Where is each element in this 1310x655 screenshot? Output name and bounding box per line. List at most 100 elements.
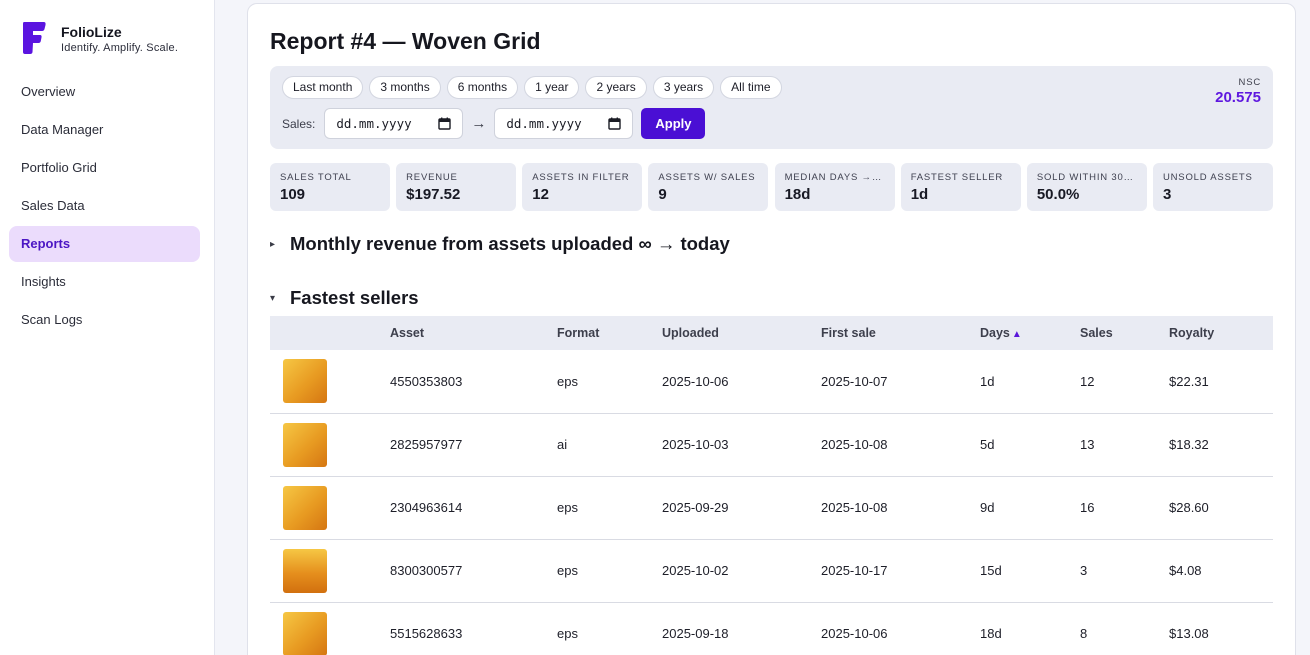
cell-asset: 4550353803 xyxy=(390,350,557,414)
stat-median-days: Median days →… 18d xyxy=(774,163,895,211)
stat-assets-with-sales: Assets w/ sales 9 xyxy=(648,163,769,211)
fastest-sellers-section-toggle[interactable]: ▾ Fastest sellers xyxy=(270,287,419,309)
asset-thumbnail[interactable] xyxy=(283,359,327,404)
cell-uploaded: 2025-09-29 xyxy=(662,476,821,540)
column-header-sales[interactable]: Sales xyxy=(1080,316,1169,350)
date-from-input[interactable]: dd.mm.yyyy xyxy=(324,108,464,139)
sidebar-item-overview[interactable]: Overview xyxy=(9,74,200,110)
cell-days: 9d xyxy=(980,476,1080,540)
cell-uploaded: 2025-10-03 xyxy=(662,413,821,477)
stat-revenue: Revenue $197.52 xyxy=(396,163,517,211)
column-header-days-label: Days xyxy=(980,326,1010,340)
range-chip-last-month[interactable]: Last month xyxy=(282,76,364,99)
sidebar: FolioLize Identify. Amplify. Scale. Over… xyxy=(0,0,215,655)
range-chips: Last month 3 months 6 months 1 year 2 ye… xyxy=(282,76,788,99)
cell-uploaded: 2025-10-06 xyxy=(662,350,821,414)
cell-uploaded: 2025-10-02 xyxy=(662,539,821,603)
asset-thumbnail[interactable] xyxy=(283,422,327,467)
cell-sales: 16 xyxy=(1080,476,1169,540)
table-row[interactable]: 2304963614 eps 2025-09-29 2025-10-08 9d … xyxy=(270,476,1273,540)
table-row[interactable]: 8300300577 eps 2025-10-02 2025-10-17 15d… xyxy=(270,539,1273,603)
cell-first-sale: 2025-10-17 xyxy=(821,539,980,603)
cell-first-sale: 2025-10-07 xyxy=(821,350,980,414)
range-arrow-icon: → xyxy=(471,115,487,132)
cell-royalty: $28.60 xyxy=(1169,476,1273,540)
column-header-asset[interactable]: Asset xyxy=(390,316,557,350)
sales-label: Sales: xyxy=(282,116,316,131)
cell-asset: 2825957977 xyxy=(390,413,557,477)
cell-asset: 5515628633 xyxy=(390,602,557,655)
stat-value: 3 xyxy=(1162,186,1172,203)
fastest-sellers-title: Fastest sellers xyxy=(290,287,419,308)
sidebar-item-data-manager[interactable]: Data Manager xyxy=(9,112,200,148)
brand[interactable]: FolioLize Identify. Amplify. Scale. xyxy=(21,20,178,56)
calendar-icon[interactable] xyxy=(438,117,452,130)
cell-royalty: $22.31 xyxy=(1169,350,1273,414)
stat-unsold-assets: Unsold assets 3 xyxy=(1152,163,1273,211)
stat-label: Assets in filter xyxy=(532,172,630,183)
stat-label: Sales total xyxy=(280,172,352,183)
column-header-uploaded[interactable]: Uploaded xyxy=(662,316,821,350)
stat-label: Median days →… xyxy=(784,172,883,183)
collapsed-triangle-icon: ▸ xyxy=(270,238,276,250)
cell-sales: 13 xyxy=(1080,413,1169,477)
stat-fastest-seller: Fastest seller 1d xyxy=(900,163,1021,211)
table-row[interactable]: 4550353803 eps 2025-10-06 2025-10-07 1d … xyxy=(270,350,1273,414)
cell-royalty: $4.08 xyxy=(1169,539,1273,603)
nsc-value: 20.575 xyxy=(1215,89,1261,106)
stat-value: $197.52 xyxy=(406,186,461,203)
asset-thumbnail[interactable] xyxy=(283,485,327,530)
sidebar-item-portfolio-grid[interactable]: Portfolio Grid xyxy=(9,150,200,186)
cell-days: 15d xyxy=(980,539,1080,603)
sort-ascending-icon: ▲ xyxy=(1011,329,1022,340)
range-chip-3-months[interactable]: 3 months xyxy=(369,76,441,99)
range-chip-6-months[interactable]: 6 months xyxy=(446,76,519,99)
range-chip-all-time[interactable]: All time xyxy=(720,76,782,99)
cell-royalty: $18.32 xyxy=(1169,413,1273,477)
sidebar-item-scan-logs[interactable]: Scan Logs xyxy=(9,302,200,338)
stat-label: Sold within 30… xyxy=(1036,172,1134,183)
table-row[interactable]: 2825957977 ai 2025-10-03 2025-10-08 5d 1… xyxy=(270,413,1273,477)
range-chip-3-years[interactable]: 3 years xyxy=(652,76,715,99)
report-card: Report #4 — Woven Grid Last month 3 mont… xyxy=(247,3,1296,655)
stat-value: 109 xyxy=(280,186,306,203)
sidebar-item-reports[interactable]: Reports xyxy=(9,226,200,262)
monthly-revenue-section-toggle[interactable]: ▸ Monthly revenue from assets uploaded ∞… xyxy=(270,233,730,255)
cell-first-sale: 2025-10-08 xyxy=(821,413,980,477)
stat-value: 12 xyxy=(532,186,549,203)
range-chip-2-years[interactable]: 2 years xyxy=(585,76,647,99)
cell-asset: 8300300577 xyxy=(390,539,557,603)
stat-sales-total: Sales total 109 xyxy=(270,163,390,211)
column-header-days[interactable]: Days ▲ xyxy=(980,316,1080,350)
range-chip-1-year[interactable]: 1 year xyxy=(524,76,580,99)
column-header-thumb xyxy=(270,316,390,350)
cell-first-sale: 2025-10-06 xyxy=(821,602,980,655)
asset-thumbnail[interactable] xyxy=(283,611,327,655)
column-header-royalty[interactable]: Royalty xyxy=(1169,316,1273,350)
expanded-triangle-icon: ▾ xyxy=(270,292,276,304)
stat-assets-in-filter: Assets in filter 12 xyxy=(522,163,643,211)
sidebar-item-sales-data[interactable]: Sales Data xyxy=(9,188,200,224)
sidebar-nav: Overview Data Manager Portfolio Grid Sal… xyxy=(9,74,200,340)
cell-sales: 8 xyxy=(1080,602,1169,655)
apply-button[interactable]: Apply xyxy=(641,108,706,139)
cell-first-sale: 2025-10-08 xyxy=(821,476,980,540)
column-header-format[interactable]: Format xyxy=(557,316,662,350)
brand-name: FolioLize xyxy=(61,24,122,40)
stat-label: Fastest seller xyxy=(910,172,1004,183)
cell-days: 18d xyxy=(980,602,1080,655)
table-row[interactable]: 5515628633 eps 2025-09-18 2025-10-06 18d… xyxy=(270,602,1273,655)
column-header-first-sale[interactable]: First sale xyxy=(821,316,980,350)
sidebar-item-insights[interactable]: Insights xyxy=(9,264,200,300)
stat-value: 1d xyxy=(910,186,929,203)
sales-date-range: Sales: dd.mm.yyyy → dd.mm.yyyy Apply xyxy=(282,108,706,139)
stat-sold-within-30: Sold within 30… 50.0% xyxy=(1026,163,1147,211)
date-to-input[interactable]: dd.mm.yyyy xyxy=(494,108,634,139)
page-title: Report #4 — Woven Grid xyxy=(270,28,541,54)
asset-thumbnail[interactable] xyxy=(283,548,327,593)
stat-value: 50.0% xyxy=(1036,186,1080,203)
stat-label: Unsold assets xyxy=(1162,172,1253,183)
filter-panel: Last month 3 months 6 months 1 year 2 ye… xyxy=(270,66,1273,149)
calendar-icon[interactable] xyxy=(608,117,622,130)
date-from-placeholder: dd.mm.yyyy xyxy=(336,116,412,131)
